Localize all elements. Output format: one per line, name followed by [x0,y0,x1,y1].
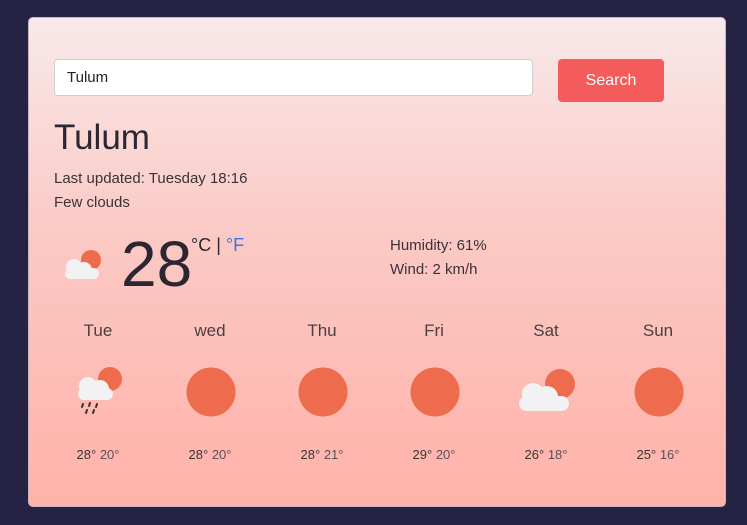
forecast: Tue 28° 20° wed 28° 20° Thu 28° 21° Fri … [42,321,714,471]
forecast-day-name: Thu [307,321,337,340]
humidity: Humidity: 61% [390,237,487,254]
forecast-min: 20° [435,447,456,462]
search-input[interactable] [54,59,533,96]
forecast-min: 20° [99,447,120,462]
forecast-max: 26° [524,447,545,462]
forecast-max: 28° [188,447,209,462]
partly-cloudy-icon [65,250,101,279]
wind: Wind: 2 km/h [390,261,478,278]
forecast-day-name: wed [194,321,226,340]
forecast-temps: 25° 16° [602,447,714,462]
forecast-day-name: Sun [642,321,674,340]
weather-description: Few clouds [54,194,130,211]
rain-cloud-sun-icon [78,367,122,414]
forecast-day: Sat 26° 18° [490,321,602,471]
city-name: Tulum [54,118,150,157]
forecast-day-name: Fri [424,321,444,340]
forecast-max: 25° [636,447,657,462]
forecast-day: Sun 25° 16° [602,321,714,471]
forecast-day-name: Tue [83,321,113,340]
search-button[interactable]: Search [558,59,664,102]
forecast-temps: 28° 20° [154,447,266,462]
forecast-min: 18° [547,447,568,462]
forecast-day: wed 28° 20° [154,321,266,471]
sun-icon [410,367,460,417]
current-temperature: 28 [121,228,193,300]
unit-separator: | [216,235,221,255]
forecast-temps: 29° 20° [378,447,490,462]
celsius-unit[interactable]: °C [191,235,211,255]
forecast-min: 20° [211,447,232,462]
forecast-day: Fri 29° 20° [378,321,490,471]
forecast-max: 28° [76,447,97,462]
partly-cloudy-icon [519,369,575,411]
forecast-day-name: Sat [533,321,559,340]
sun-icon [186,367,236,417]
forecast-min: 21° [323,447,344,462]
forecast-day: Tue 28° 20° [42,321,154,471]
forecast-temps: 28° 20° [42,447,154,462]
forecast-day: Thu 28° 21° [266,321,378,471]
forecast-temps: 28° 21° [266,447,378,462]
fahrenheit-link[interactable]: °F [226,235,244,255]
sun-icon [298,367,348,417]
last-updated: Last updated: Tuesday 18:16 [54,170,248,187]
unit-toggle: °C | °F [191,235,244,256]
weather-card: Search Tulum Last updated: Tuesday 18:16… [28,17,726,507]
forecast-temps: 26° 18° [490,447,602,462]
sun-icon [634,367,684,417]
forecast-max: 29° [412,447,433,462]
forecast-min: 16° [659,447,680,462]
forecast-max: 28° [300,447,321,462]
